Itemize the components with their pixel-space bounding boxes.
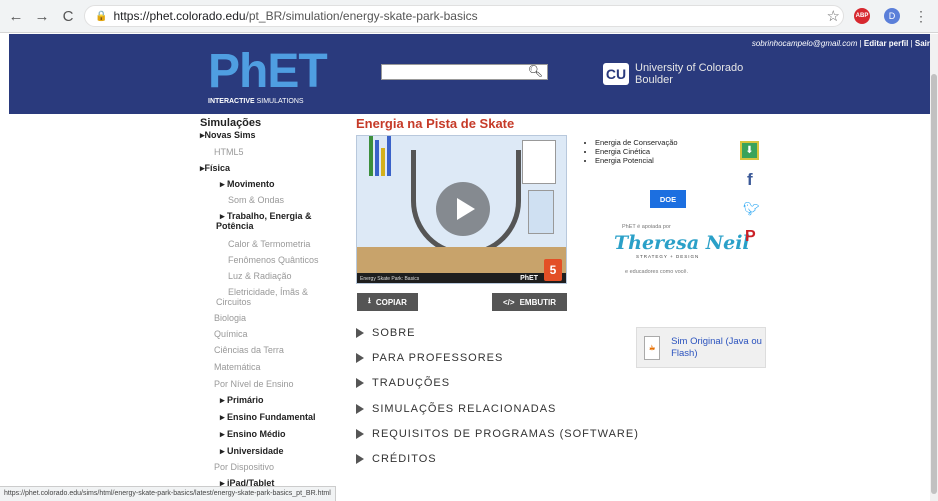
copy-button[interactable]: ⭳ COPIAR [357,293,418,311]
sim-track-selector [528,190,554,234]
forward-button[interactable]: → [32,8,52,25]
sim-name-label: Energy Skate Park: Basics [360,276,420,282]
cu-mark-icon: CU [603,63,629,85]
accordion-creditos[interactable]: CRÉDITOS [356,453,437,465]
supported-by-label: PhET é apoiada por [622,224,671,230]
status-bar-url: https://phet.colorado.edu/sims/html/ener… [0,486,336,501]
profile-avatar[interactable]: D [884,8,900,24]
sidebar-item-universidade[interactable]: ▸ Universidade [220,446,284,457]
sidebar-item-circuitos[interactable]: Circuitos [216,297,251,307]
bookmark-star-icon[interactable]: ☆ [827,7,840,25]
accordion-requisitos[interactable]: REQUISITOS DE PROGRAMAS (SOFTWARE) [356,428,639,440]
sponsor-tagline: STRATEGY + DESIGN [636,254,700,259]
topics-list: Energia de Conservação Energia Cinética … [586,138,678,165]
sidebar-item-html5[interactable]: HTML5 [214,147,244,157]
url-path: /pt_BR/simulation/energy-skate-park-basi… [245,9,478,23]
sidebar-item-nivel-ensino[interactable]: Por Nível de Ensino [214,379,294,389]
sidebar-item-primario[interactable]: ▸ Primário [220,395,264,406]
original-sim-link[interactable]: ☕︎ Sim Original (Java ou Flash) [636,327,766,368]
phet-logo[interactable]: PhET INTERACTIVE SIMULATIONS [208,46,328,108]
play-icon [456,198,475,220]
user-email: sobrinhocampelo@gmail.com [751,39,858,48]
logo-subtitle: INTERACTIVE SIMULATIONS [208,98,304,105]
scrollbar[interactable] [930,34,938,501]
sidebar-item-eletricidade[interactable]: Eletricidade, Ímãs & [228,287,308,297]
sidebar-item-biologia[interactable]: Biologia [214,313,246,323]
original-sim-label: Sim Original (Java ou Flash) [671,335,762,359]
cu-line-2: Boulder [635,74,673,86]
sidebar-item-matematica[interactable]: Matemática [214,362,261,372]
accordion-traducoes[interactable]: TRADUÇÕES [356,377,450,389]
triangle-right-icon [356,328,364,339]
sidebar-item-fisica[interactable]: ▸Física [200,163,230,174]
triangle-right-icon [356,378,364,389]
browser-menu-icon[interactable]: ⋮ [914,8,928,25]
bar-kinetic [369,136,373,176]
donate-button[interactable]: DOE [650,190,686,208]
pinterest-icon[interactable]: P [745,228,756,246]
sidebar-item-dispositivo[interactable]: Por Dispositivo [214,462,274,472]
sidebar-item-quanticos[interactable]: Fenômenos Quânticos [228,255,319,265]
url-host: https://phet.colorado.edu [113,9,246,23]
sidebar-item-novas-sims[interactable]: ▸Novas Sims [200,130,256,141]
sidebar-item-medio[interactable]: ▸ Ensino Médio [220,429,286,440]
download-share-icon[interactable]: ⬇ [740,141,759,160]
edit-profile-link[interactable]: Editar perfil [864,39,908,48]
facebook-icon[interactable]: f [747,170,753,190]
simulation-preview[interactable]: Energy Skate Park: Basics PhET 5 [356,135,567,284]
java-icon: ☕︎ [644,335,661,360]
html5-icon: 5 [544,259,562,281]
sidebar-item-quimica[interactable]: Química [214,329,248,339]
address-bar[interactable]: 🔒 https://phet.colorado.edu /pt_BR/simul… [84,5,844,27]
code-icon: </> [502,297,515,307]
sim-ground [357,247,566,273]
topic-item: Energia Potencial [595,156,678,165]
bar-total [387,136,391,176]
sidebar-item-ciencias-terra[interactable]: Ciências da Terra [214,345,284,355]
triangle-right-icon [356,404,364,415]
sim-phet-brand: PhET [520,275,538,282]
bar-thermal [381,148,385,176]
reload-button[interactable]: C [58,8,78,25]
back-button[interactable]: ← [6,8,26,25]
user-bar: sobrinhocampelo@gmail.com | Editar perfi… [751,39,930,48]
triangle-right-icon [356,454,364,465]
triangle-right-icon [356,429,364,440]
cu-boulder-logo[interactable]: CU University of Colorado Boulder [603,62,743,86]
scrollbar-thumb[interactable] [931,74,937,494]
logout-link[interactable]: Sair [915,39,930,48]
sidebar-item-som-ondas[interactable]: Som & Ondas [228,195,284,205]
cu-line-1: University of Colorado [635,62,744,74]
triangle-right-icon [356,353,364,364]
twitter-icon[interactable]: 🐦︎ [743,201,760,217]
sim-control-panel [522,140,556,184]
embed-button[interactable]: </> EMBUTIR [492,293,567,311]
bar-potential [375,140,379,176]
logo-wordmark: PhET [208,45,328,98]
sidebar-item-luz[interactable]: Luz & Radiação [228,271,292,281]
accordion-para-professores[interactable]: PARA PROFESSORES [356,352,503,364]
browser-toolbar: ← → C 🔒 https://phet.colorado.edu /pt_BR… [0,0,938,33]
accordion-sobre[interactable]: SOBRE [356,327,416,339]
sidebar-item-fundamental[interactable]: ▸ Ensino Fundamental [220,412,316,423]
lock-icon: 🔒 [95,10,108,22]
accordion-simulacoes-relacionadas[interactable]: SIMULAÇÕES RELACIONADAS [356,403,556,415]
download-icon: ⭳ [368,296,371,305]
sidebar-item-movimento[interactable]: ▸ Movimento [220,179,275,190]
topic-item: Energia Cinética [595,147,678,156]
page-title: Energia na Pista de Skate [356,116,515,131]
adblock-icon[interactable]: ABP [854,8,870,24]
sidebar-title: Simulações [200,117,262,129]
sidebar-item-calor[interactable]: Calor & Termometria [228,239,310,249]
sponsor-logo[interactable]: Theresa Neil [614,232,750,254]
search-input[interactable]: 🔍︎ [381,64,548,80]
topic-item: Energia de Conservação [595,138,678,147]
sidebar-item-potencia[interactable]: Potência [216,221,254,231]
play-button[interactable] [436,182,490,236]
search-icon[interactable]: 🔍︎ [528,64,543,78]
site-header: PhET INTERACTIVE SIMULATIONS 🔍︎ CU Unive… [9,34,930,114]
educators-label: e educadores como você. [625,269,688,275]
